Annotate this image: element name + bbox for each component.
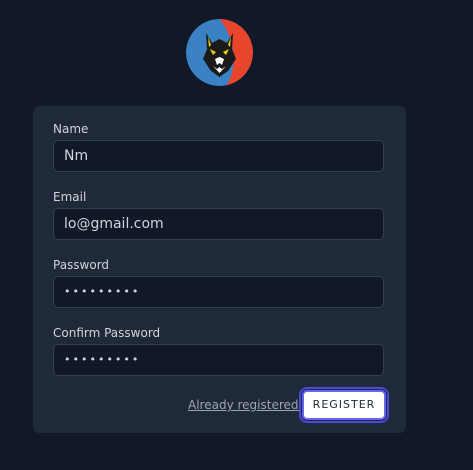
confirm-password-label: Confirm Password xyxy=(53,326,161,340)
email-input[interactable]: lo@gmail.com xyxy=(53,208,384,240)
password-input[interactable]: ••••••••• xyxy=(53,276,384,308)
logo[interactable] xyxy=(186,19,253,86)
register-page: Name Nm Email lo@gmail.com Password ••••… xyxy=(0,0,473,470)
confirm-password-input[interactable]: ••••••••• xyxy=(53,344,384,376)
register-card: Name Nm Email lo@gmail.com Password ••••… xyxy=(33,106,406,433)
already-registered-link[interactable]: Already registered? xyxy=(188,398,305,412)
email-label: Email xyxy=(53,190,87,204)
password-label: Password xyxy=(53,258,110,272)
register-button[interactable]: REGISTER xyxy=(302,390,386,420)
name-input[interactable]: Nm xyxy=(53,140,384,172)
name-label: Name xyxy=(53,122,89,136)
wolf-logo-icon xyxy=(186,19,253,86)
